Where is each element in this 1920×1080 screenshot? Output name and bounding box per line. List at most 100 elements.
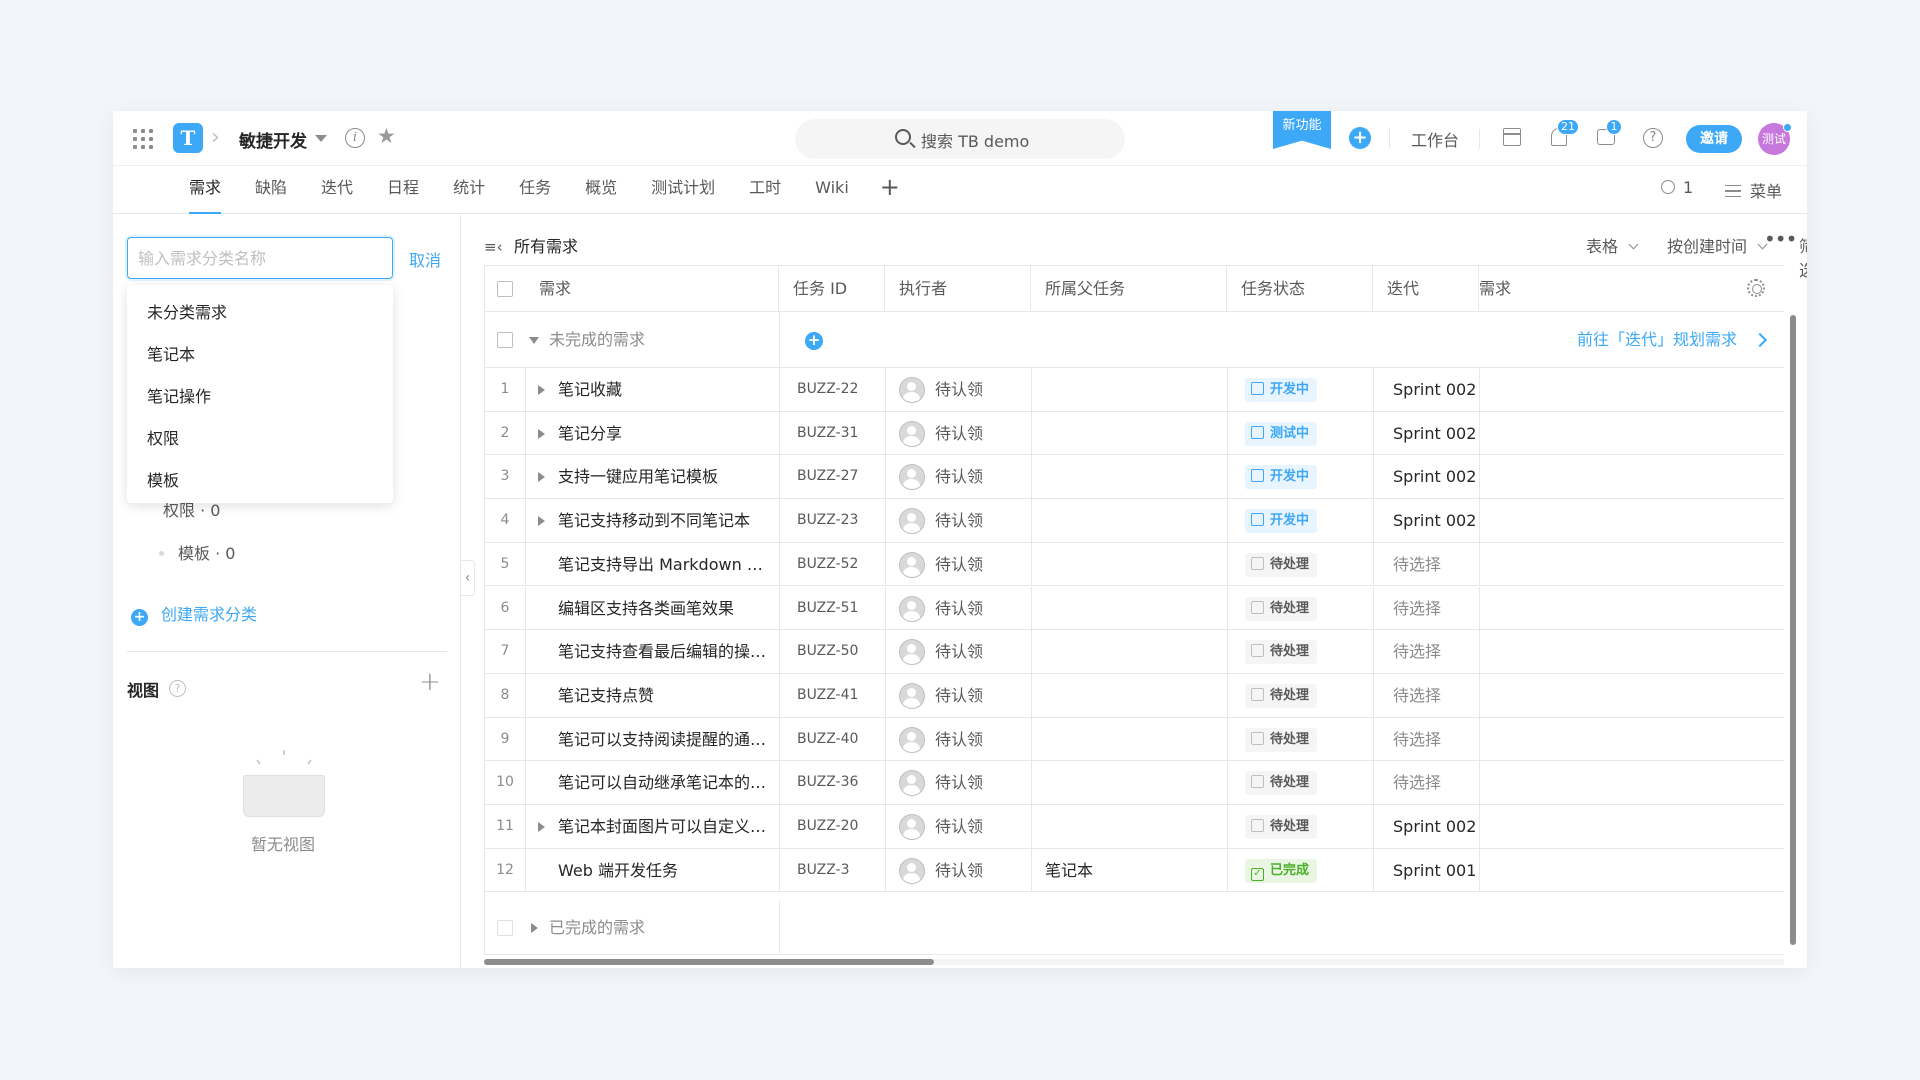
table-row[interactable]: 9 笔记可以支持阅读提醒的通知设置 BUZZ-40 待认领 待处理 待选择 xyxy=(485,717,1784,762)
tab-wiki[interactable]: Wiki xyxy=(798,166,866,214)
status-badge[interactable]: 待处理 xyxy=(1245,596,1318,621)
horizontal-scrollbar-thumb[interactable] xyxy=(484,959,934,965)
group-collapse-caret-icon[interactable] xyxy=(529,337,539,344)
table-row[interactable]: 4 笔记支持移动到不同笔记本 BUZZ-23 待认领 开发中 Sprint 002 xyxy=(485,499,1784,543)
status-checkbox-checked-icon[interactable]: ✓ xyxy=(1251,867,1264,881)
status-badge[interactable]: 待处理 xyxy=(1245,640,1318,665)
requirement-title[interactable]: 笔记支持查看最后编辑的操作者和... xyxy=(558,630,778,673)
assignee-cell[interactable]: 待认领 xyxy=(885,630,983,673)
status-checkbox-icon[interactable] xyxy=(1251,644,1264,658)
tab-test-plan[interactable]: 测试计划 xyxy=(634,166,732,214)
assignee-cell[interactable]: 待认领 xyxy=(885,718,983,761)
requirement-title[interactable]: 笔记支持导出 Markdown 文本 xyxy=(558,543,778,586)
expand-subtasks-caret-icon[interactable] xyxy=(538,822,545,832)
column-settings-gear-icon[interactable] xyxy=(1747,279,1765,297)
global-search[interactable]: 搜索 TB demo xyxy=(795,119,1125,159)
status-badge[interactable]: 测试中 xyxy=(1245,421,1318,446)
view-mode-dropdown[interactable]: 表格 xyxy=(1586,233,1639,257)
assignee-cell[interactable]: 待认领 xyxy=(885,761,983,804)
cancel-button[interactable]: 取消 xyxy=(409,247,441,271)
table-row[interactable]: 5 笔记支持导出 Markdown 文本 BUZZ-52 待认领 待处理 待选择 xyxy=(485,542,1784,587)
expand-subtasks-caret-icon[interactable] xyxy=(538,516,545,527)
status-checkbox-icon[interactable] xyxy=(1251,731,1264,745)
column-header-requirement-extra[interactable]: 需求 xyxy=(1479,266,1519,312)
tab-work-hours[interactable]: 工时 xyxy=(732,166,798,214)
table-row[interactable]: 10 笔记可以自动继承笔记本的权限 BUZZ-36 待认领 待处理 待选择 xyxy=(485,761,1784,805)
dropdown-item[interactable]: 模板 xyxy=(127,460,393,502)
sprint-cell[interactable]: 待选择 xyxy=(1393,674,1441,717)
requirement-title[interactable]: Web 端开发任务 xyxy=(558,849,778,892)
views-help-icon[interactable]: ? xyxy=(169,680,186,697)
assignee-cell[interactable]: 待认领 xyxy=(885,587,983,630)
sprint-cell[interactable]: 待选择 xyxy=(1393,587,1441,630)
column-header-status[interactable]: 任务状态 xyxy=(1227,266,1373,312)
filter-dropdown[interactable]: 筛选 xyxy=(1799,233,1807,300)
chevron-right-icon[interactable] xyxy=(1752,332,1768,348)
parent-task[interactable]: 笔记本 xyxy=(1031,849,1093,892)
assignee-cell[interactable]: 待认领 xyxy=(885,849,983,892)
plan-in-sprint-link[interactable]: 前往「迭代」规划需求 xyxy=(1577,312,1737,368)
category-name-input[interactable] xyxy=(127,237,393,279)
assignee-cell[interactable]: 待认领 xyxy=(885,412,983,455)
more-options-icon[interactable]: ••• xyxy=(1764,227,1797,251)
table-row[interactable]: 7 笔记支持查看最后编辑的操作者和... BUZZ-50 待认领 待处理 待选择 xyxy=(485,630,1784,674)
project-dropdown-caret-icon[interactable] xyxy=(315,135,327,142)
table-row[interactable]: 3 支持一键应用笔记模板 BUZZ-27 待认领 开发中 Sprint 002 xyxy=(485,455,1784,500)
create-category-button[interactable]: + 创建需求分类 xyxy=(131,601,257,626)
table-row[interactable]: 8 笔记支持点赞 BUZZ-41 待认领 待处理 待选择 xyxy=(485,673,1784,718)
toolbar-title-area[interactable]: ≡‹ 所有需求 xyxy=(484,233,578,257)
sprint-cell[interactable]: Sprint 002 xyxy=(1393,499,1476,542)
new-feature-ribbon[interactable]: 新功能 xyxy=(1273,111,1331,149)
sprint-cell[interactable]: 待选择 xyxy=(1393,761,1441,804)
app-logo[interactable]: T xyxy=(173,123,203,153)
tab-defects[interactable]: 缺陷 xyxy=(238,166,304,214)
tab-schedule[interactable]: 日程 xyxy=(370,166,436,214)
table-row[interactable]: 11 笔记本封面图片可以自定义修改 BUZZ-20 待认领 待处理 Sprint 002 xyxy=(485,805,1784,849)
invite-button[interactable]: 邀请 xyxy=(1686,125,1742,153)
group-add-plus-icon[interactable]: + xyxy=(805,332,823,350)
dropdown-item[interactable]: 笔记本 xyxy=(127,334,393,376)
column-header-task-id[interactable]: 任务 ID xyxy=(779,266,885,312)
tab-iterations[interactable]: 迭代 xyxy=(304,166,370,214)
help-icon[interactable]: ? xyxy=(1643,128,1663,148)
select-all-checkbox[interactable] xyxy=(497,281,513,297)
column-header-parent-task[interactable]: 所属父任务 xyxy=(1031,266,1227,312)
table-row[interactable]: 2 笔记分享 BUZZ-31 待认领 测试中 Sprint 002 xyxy=(485,411,1784,456)
sprint-cell[interactable]: 待选择 xyxy=(1393,718,1441,761)
status-badge[interactable]: 开发中 xyxy=(1245,378,1318,402)
status-checkbox-icon[interactable] xyxy=(1251,556,1264,570)
requirement-title[interactable]: 支持一键应用笔记模板 xyxy=(558,455,778,498)
requirement-title[interactable]: 笔记支持点赞 xyxy=(558,674,778,717)
column-header-requirement[interactable]: 需求 xyxy=(525,266,779,312)
status-badge[interactable]: 待处理 xyxy=(1245,815,1318,839)
status-checkbox-icon[interactable] xyxy=(1251,469,1264,483)
status-checkbox-icon[interactable] xyxy=(1251,382,1264,395)
table-row[interactable]: 12 Web 端开发任务 BUZZ-3 待认领 笔记本 ✓ 已完成 Sprint 001 xyxy=(485,848,1784,893)
status-badge[interactable]: ✓ 已完成 xyxy=(1245,858,1318,883)
expand-subtasks-caret-icon[interactable] xyxy=(538,428,545,439)
dropdown-item[interactable]: 笔记操作 xyxy=(127,376,393,418)
status-checkbox-icon[interactable] xyxy=(1251,687,1264,701)
group-expand-caret-icon[interactable] xyxy=(531,923,538,933)
assignee-cell[interactable]: 待认领 xyxy=(885,543,983,586)
info-icon[interactable]: i xyxy=(345,128,365,148)
apps-grid-icon[interactable] xyxy=(131,127,155,151)
table-row[interactable]: 1 笔记收藏 BUZZ-22 待认领 开发中 Sprint 002 xyxy=(485,368,1784,412)
sort-dropdown[interactable]: 按创建时间 xyxy=(1667,233,1768,257)
requirement-title[interactable]: 笔记收藏 xyxy=(558,368,778,411)
expand-subtasks-caret-icon[interactable] xyxy=(538,472,545,483)
members-button[interactable]: 1 xyxy=(1661,178,1693,197)
status-checkbox-icon[interactable] xyxy=(1251,819,1264,832)
sprint-cell[interactable]: Sprint 001 xyxy=(1393,849,1476,892)
dropdown-item[interactable]: 未分类需求 xyxy=(127,292,393,334)
workbench-link[interactable]: 工作台 xyxy=(1411,127,1459,151)
status-checkbox-icon[interactable] xyxy=(1251,513,1264,527)
status-badge[interactable]: 开发中 xyxy=(1245,465,1318,490)
table-row[interactable]: 6 编辑区支持各类画笔效果 BUZZ-51 待认领 待处理 待选择 xyxy=(485,586,1784,631)
column-header-sprint[interactable]: 迭代 xyxy=(1373,266,1479,312)
group-checkbox[interactable] xyxy=(497,332,513,348)
tab-statistics[interactable]: 统计 xyxy=(436,166,502,214)
vertical-scrollbar[interactable] xyxy=(1790,315,1796,945)
add-view-plus-icon[interactable]: + xyxy=(419,667,441,697)
horizontal-scrollbar[interactable] xyxy=(484,959,1784,965)
